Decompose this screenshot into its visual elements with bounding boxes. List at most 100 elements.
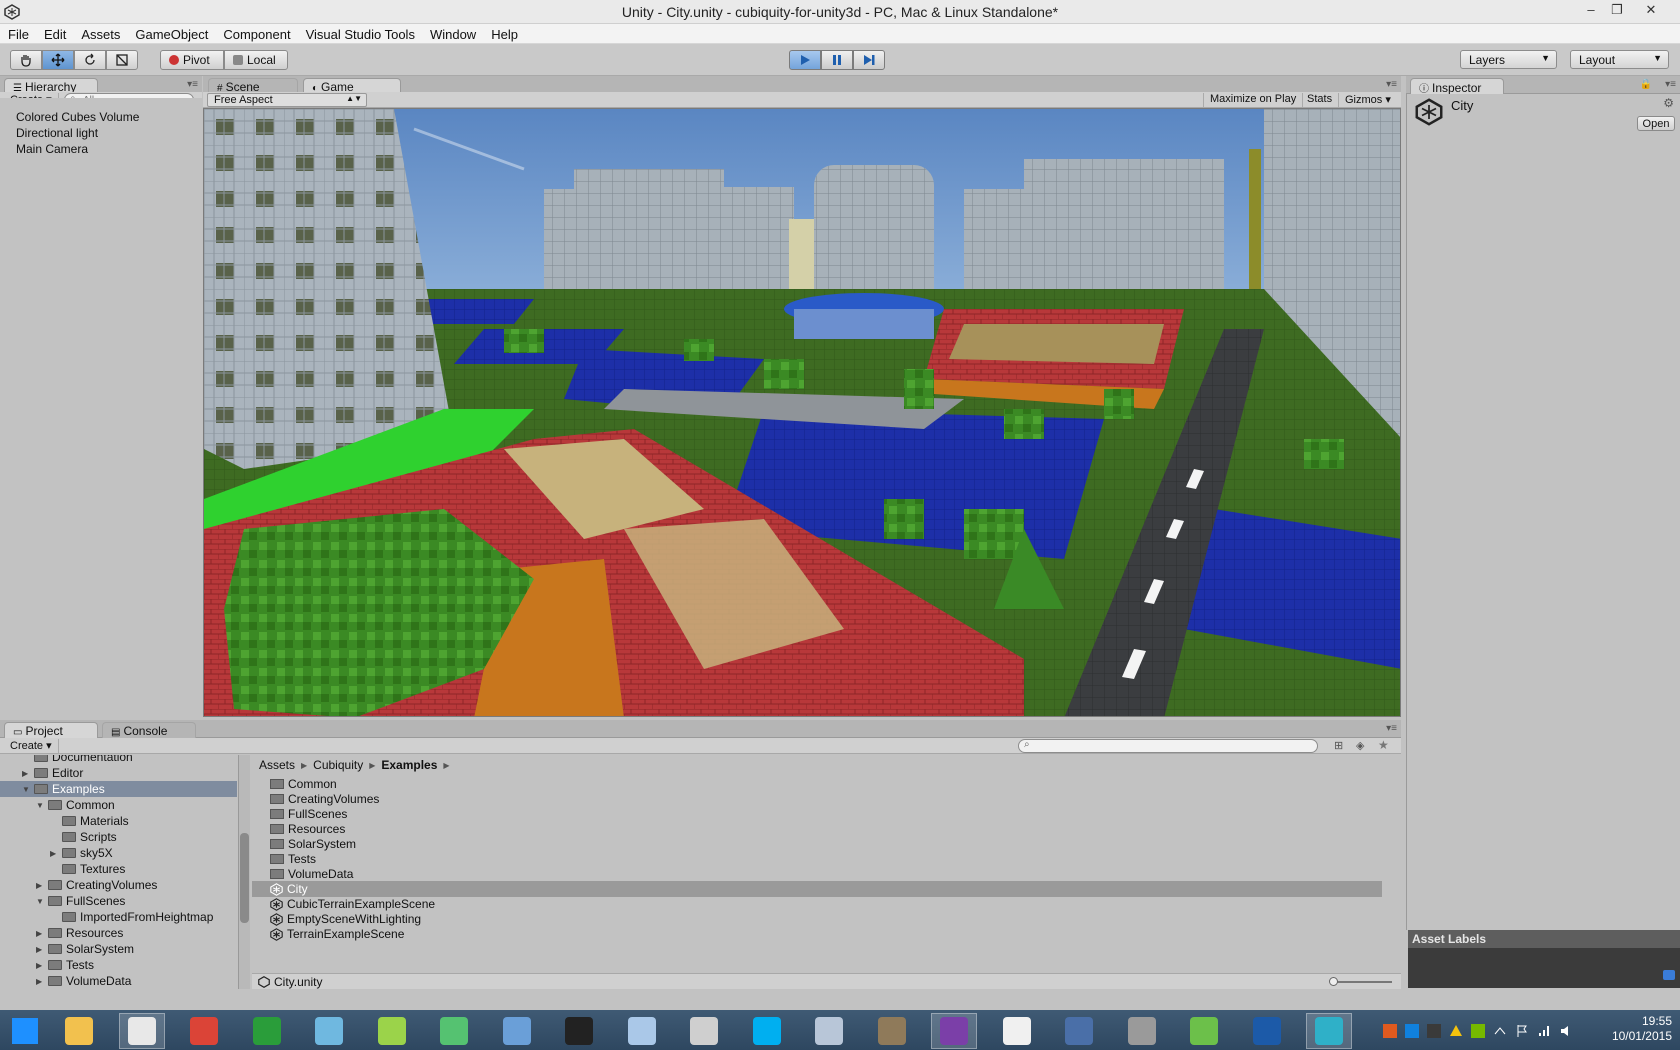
database-taskbar-button[interactable] [1119, 1013, 1165, 1049]
asset-scene-item[interactable]: City [252, 881, 1382, 897]
virtualbox-taskbar-button[interactable] [619, 1013, 665, 1049]
restore-button[interactable]: ❐ [1606, 2, 1628, 20]
menu-gameobject[interactable]: GameObject [127, 24, 215, 42]
start-taskbar-button[interactable] [2, 1013, 48, 1049]
chrome-taskbar-button[interactable] [181, 1013, 227, 1049]
breadcrumb-item[interactable]: Cubiquity [313, 758, 363, 772]
evernote-taskbar-button[interactable] [1181, 1013, 1227, 1049]
star-icon[interactable]: ★ [1378, 738, 1389, 752]
tray-dropbox-icon[interactable] [1405, 1024, 1419, 1038]
tree-item[interactable]: Textures [0, 861, 237, 877]
calculator-taskbar-button[interactable] [806, 1013, 852, 1049]
game-view[interactable] [203, 108, 1401, 717]
collapsed-arrow-icon[interactable]: ▶ [36, 881, 46, 890]
pivot-toggle[interactable]: Pivot [160, 50, 224, 70]
panel-menu-icon[interactable]: ▾≡ [187, 79, 198, 90]
hierarchy-item[interactable]: Main Camera [16, 142, 88, 156]
filter-type-icon[interactable]: ⊞ [1334, 739, 1343, 752]
tree-item[interactable]: ▶ Tests [0, 957, 237, 973]
step-button[interactable] [853, 50, 885, 70]
asset-folder-item[interactable]: Common [270, 776, 1400, 792]
menu-assets[interactable]: Assets [73, 24, 127, 42]
asset-folder-item[interactable]: CreatingVolumes [270, 791, 1400, 807]
aspect-dropdown[interactable]: Free Aspect ▲▼ [207, 93, 367, 107]
collapsed-arrow-icon[interactable]: ▶ [36, 929, 46, 938]
menu-visual-studio-tools[interactable]: Visual Studio Tools [298, 24, 422, 42]
asset-scene-item[interactable]: TerrainExampleScene [270, 926, 1400, 942]
collapsed-arrow-icon[interactable]: ▶ [22, 769, 32, 778]
lock-icon[interactable]: 🔒 [1640, 79, 1652, 90]
keepass-taskbar-button[interactable] [1056, 1013, 1102, 1049]
asset-folder-item[interactable]: Tests [270, 851, 1400, 867]
asset-folder-item[interactable]: VolumeData [270, 866, 1400, 882]
gear-icon[interactable]: ⚙ [1663, 96, 1674, 110]
tree-item[interactable]: ▶ VolumeData [0, 973, 237, 989]
collapsed-arrow-icon[interactable]: ▶ [50, 849, 60, 858]
hand-tool-button[interactable] [10, 50, 42, 70]
expanded-arrow-icon[interactable]: ▼ [36, 801, 46, 810]
filter-label-icon[interactable]: ◈ [1356, 739, 1364, 752]
rotate-tool-button[interactable] [74, 50, 106, 70]
project-search-input[interactable] [1018, 739, 1318, 753]
triangle-app-taskbar-button[interactable] [244, 1013, 290, 1049]
printer-taskbar-button[interactable] [681, 1013, 727, 1049]
terminal-taskbar-button[interactable] [556, 1013, 602, 1049]
asset-folder-item[interactable]: SolarSystem [270, 836, 1400, 852]
gizmos-dropdown[interactable]: Gizmos ▾ [1339, 93, 1397, 107]
collapsed-arrow-icon[interactable]: ▶ [36, 977, 46, 986]
icon-size-slider[interactable] [1329, 977, 1392, 986]
pause-button[interactable] [821, 50, 853, 70]
qt-taskbar-button[interactable] [1244, 1013, 1290, 1049]
tree-item[interactable]: Materials [0, 813, 237, 829]
menu-file[interactable]: File [0, 24, 36, 42]
tree-item[interactable]: ▶ sky5X [0, 845, 237, 861]
panel-menu-icon[interactable]: ▾≡ [1386, 79, 1397, 90]
maximize-on-play-toggle[interactable]: Maximize on Play [1203, 93, 1304, 107]
tab-inspector[interactable]: ⓘ Inspector [1410, 78, 1504, 95]
asset-scene-item[interactable]: EmptySceneWithLighting [270, 911, 1400, 927]
expanded-arrow-icon[interactable]: ▼ [36, 897, 46, 906]
collapsed-arrow-icon[interactable]: ▶ [36, 945, 46, 954]
asset-labels-icon[interactable] [1663, 970, 1675, 980]
panel-menu-icon[interactable]: ▾≡ [1386, 723, 1397, 734]
atom-taskbar-button[interactable] [431, 1013, 477, 1049]
tree-item[interactable]: ▼ Common [0, 797, 237, 813]
minimize-button[interactable]: – [1580, 2, 1602, 20]
asset-folder-item[interactable]: FullScenes [270, 806, 1400, 822]
stats-toggle[interactable]: Stats [1301, 93, 1340, 107]
file-explorer-taskbar-button[interactable] [56, 1013, 102, 1049]
slider-thumb[interactable] [1329, 977, 1338, 986]
open-button[interactable]: Open [1637, 116, 1675, 131]
tab-console[interactable]: ▤ Console [102, 722, 196, 738]
snowflake-app-taskbar-button[interactable] [1306, 1013, 1352, 1049]
network-icon[interactable] [1537, 1024, 1551, 1038]
tab-project[interactable]: ▭ Project [4, 722, 98, 738]
tree-item[interactable]: ▶ SolarSystem [0, 941, 237, 957]
tree-item[interactable]: ▼ FullScenes [0, 893, 237, 909]
expanded-arrow-icon[interactable]: ▼ [22, 785, 32, 794]
tray-nvidia-icon[interactable] [1471, 1024, 1485, 1038]
menu-help[interactable]: Help [483, 24, 525, 42]
breadcrumb-item[interactable]: Examples [381, 758, 437, 772]
asset-folder-item[interactable]: Resources [270, 821, 1400, 837]
tray-drive-icon[interactable] [1449, 1024, 1463, 1038]
menu-edit[interactable]: Edit [36, 24, 73, 42]
tree-item[interactable]: ▶ Editor [0, 765, 237, 781]
notepad-plus-taskbar-button[interactable] [369, 1013, 415, 1049]
breadcrumb-item[interactable]: Assets [259, 758, 295, 772]
move-tool-button[interactable] [42, 50, 74, 70]
panel-menu-icon[interactable]: ▾≡ [1665, 79, 1676, 90]
tray-camera-icon[interactable] [1427, 1024, 1441, 1038]
collapsed-arrow-icon[interactable]: ▶ [36, 961, 46, 970]
close-button[interactable]: ✕ [1640, 2, 1662, 20]
gimp-taskbar-button[interactable] [869, 1013, 915, 1049]
tree-item[interactable]: Documentation [0, 755, 237, 765]
tray-flag-icon[interactable] [1515, 1024, 1529, 1038]
project-create-button[interactable]: Create ▾ [4, 739, 59, 753]
hierarchy-item[interactable]: Directional light [16, 126, 98, 140]
layers-dropdown[interactable]: Layers ▼ [1460, 50, 1557, 69]
hierarchy-item[interactable]: Colored Cubes Volume [16, 110, 139, 124]
skype-taskbar-button[interactable] [744, 1013, 790, 1049]
tree-item[interactable]: Scripts [0, 829, 237, 845]
asset-scene-item[interactable]: CubicTerrainExampleScene [270, 896, 1400, 912]
